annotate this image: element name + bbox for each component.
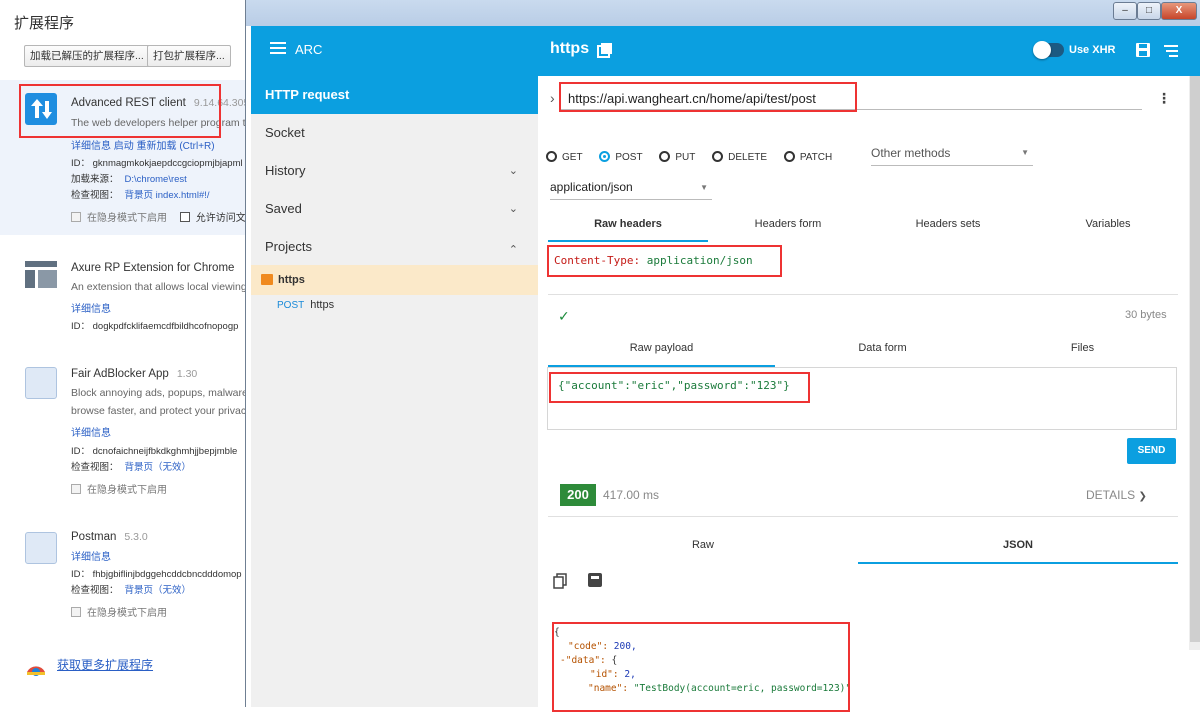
maximize-button[interactable]: □ xyxy=(1137,2,1161,20)
get-more-extensions-link[interactable]: 获取更多扩展程序 xyxy=(57,656,153,673)
pack-extension-button[interactable]: 打包扩展程序... xyxy=(147,45,231,67)
save-icon[interactable] xyxy=(1135,42,1151,61)
send-button[interactable]: SEND xyxy=(1127,438,1176,464)
highlight-box xyxy=(549,372,810,403)
format-check-icon[interactable]: ✓ xyxy=(558,308,570,325)
arc-window: – □ X ARC https Use XHR HTTP request Soc… xyxy=(245,0,1200,712)
sidebar-item-projects[interactable]: Projects ⌃ xyxy=(251,228,538,266)
minimize-button[interactable]: – xyxy=(1113,2,1137,20)
sidebar-item-socket[interactable]: Socket xyxy=(251,114,538,152)
chevron-up-icon: ⌃ xyxy=(508,244,518,256)
tab-variables[interactable]: Variables xyxy=(1028,218,1188,230)
method-get[interactable]: GET xyxy=(546,151,583,163)
extensions-title: 扩展程序 xyxy=(14,15,75,32)
webstore-icon xyxy=(25,654,47,679)
method-post[interactable]: POST xyxy=(599,151,643,163)
file-access-checkbox[interactable] xyxy=(179,212,190,222)
extension-name: Axure RP Extension for Chrome xyxy=(71,262,235,274)
highlight-box xyxy=(559,82,857,112)
extension-links[interactable]: 详细信息 xyxy=(71,300,111,315)
dropdown-arrow-icon: ▼ xyxy=(1021,148,1029,157)
method-delete[interactable]: DELETE xyxy=(712,151,767,163)
extension-links[interactable]: 详细信息 xyxy=(71,548,111,563)
extension-desc: Block annoying ads, popups, malware xyxy=(71,387,248,399)
load-unpacked-button[interactable]: 加载已解压的扩展程序... xyxy=(24,45,150,67)
extension-id: ID： dogkpdfcklifaemcdfbildhcofnopogp xyxy=(71,321,239,332)
extension-inspect-views: 检查视图： 背景页（无效） xyxy=(71,585,192,596)
incognito-checkbox[interactable]: 在隐身模式下启用 允许访问文件 xyxy=(71,209,250,224)
extension-id: ID： gknmagmkokjaepdccgciopmjbjapml xyxy=(71,158,243,169)
project-request-item[interactable]: POST https xyxy=(277,299,334,311)
extension-item-adblocker: Fair AdBlocker App 1.30 Block annoying ad… xyxy=(0,360,250,500)
sort-icon[interactable] xyxy=(1164,45,1178,60)
tab-response-raw[interactable]: Raw xyxy=(548,539,858,551)
extension-links[interactable]: 详细信息 xyxy=(71,424,111,439)
chevron-down-icon: ⌄ xyxy=(508,165,518,177)
sidebar-item-saved[interactable]: Saved ⌄ xyxy=(251,190,538,228)
details-toggle[interactable]: DETAILS ❯ xyxy=(1086,488,1147,502)
project-icon[interactable] xyxy=(597,42,613,61)
status-badge: 200 xyxy=(560,484,596,506)
tab-files[interactable]: Files xyxy=(990,342,1175,354)
sidebar-item-http-request[interactable]: HTTP request xyxy=(251,76,538,114)
extension-name: Postman 5.3.0 xyxy=(71,531,148,543)
scrollbar-thumb[interactable] xyxy=(1190,76,1200,642)
extension-item-axure: Axure RP Extension for Chrome An extensi… xyxy=(0,252,250,342)
incognito-checkbox[interactable]: 在隐身模式下启用 xyxy=(71,481,167,496)
use-xhr-toggle[interactable] xyxy=(1033,41,1064,59)
sidebar: HTTP request Socket History ⌄ Saved ⌄ Proj… xyxy=(251,76,538,707)
request-panel: › https://api.wangheart.cn/home/api/test… xyxy=(538,76,1200,712)
close-button[interactable]: X xyxy=(1161,2,1197,20)
content-type-dropdown[interactable]: application/json ▼ xyxy=(550,180,712,200)
method-put[interactable]: PUT xyxy=(659,151,695,163)
tab-headers-form[interactable]: Headers form xyxy=(708,218,868,230)
extension-desc-2: browse faster, and protect your privacy xyxy=(71,405,250,417)
method-radio-group: GET POST PUT DELETE PATCH xyxy=(546,151,832,163)
use-xhr-label: Use XHR xyxy=(1069,44,1116,56)
response-time: 417.00 ms xyxy=(603,488,660,502)
request-title: https xyxy=(550,40,590,57)
project-item[interactable]: https xyxy=(251,265,538,295)
dropdown-arrow-icon: ▼ xyxy=(700,183,708,192)
chevron-down-icon: ⌄ xyxy=(508,203,518,215)
app-toolbar: ARC https Use XHR xyxy=(251,26,1200,76)
method-patch[interactable]: PATCH xyxy=(783,151,832,163)
chevron-right-icon[interactable]: › xyxy=(550,90,555,106)
extensions-page: 扩展程序 加载已解压的扩展程序... 打包扩展程序... Advanced RE… xyxy=(0,0,250,707)
extension-links[interactable]: 详细信息 启动 重新加载 (Ctrl+R) xyxy=(71,137,215,152)
payload-size: 30 bytes xyxy=(1125,309,1167,321)
highlight-box xyxy=(552,622,850,712)
extension-inspect-views: 检查视图： 背景页（无效） xyxy=(71,462,192,473)
extension-load-source: 加载来源： D:\chrome\rest xyxy=(71,174,187,185)
extension-desc: An extension that allows local viewing xyxy=(71,281,247,293)
extension-item-postman: Postman 5.3.0 详细信息 ID： fhbjgbiflinjbdggeh… xyxy=(0,525,250,625)
other-methods-dropdown[interactable]: Other methods ▼ xyxy=(871,146,1033,166)
app-title: ARC xyxy=(295,42,323,57)
menu-icon[interactable] xyxy=(270,41,286,58)
chevron-down-icon: ❯ xyxy=(1138,491,1147,502)
highlight-box xyxy=(547,245,782,277)
window-titlebar: – □ X xyxy=(246,0,1200,26)
tab-headers-sets[interactable]: Headers sets xyxy=(868,218,1028,230)
project-icon xyxy=(261,274,273,285)
tab-raw-payload[interactable]: Raw payload xyxy=(548,342,775,354)
tab-response-json[interactable]: JSON xyxy=(858,539,1178,551)
tab-raw-headers[interactable]: Raw headers xyxy=(548,218,708,230)
incognito-checkbox[interactable]: 在隐身模式下启用 xyxy=(71,604,167,619)
save-response-icon[interactable] xyxy=(588,573,602,590)
extension-id: ID： fhbjgbiflinjbdggehcddcbncdddomop xyxy=(71,569,242,580)
tab-data-form[interactable]: Data form xyxy=(775,342,990,354)
extension-id: ID： dcnofaichneijfbkdkghmhjjbepjmble xyxy=(71,446,238,457)
extension-name: Fair AdBlocker App 1.30 xyxy=(71,368,198,380)
puzzle-icon xyxy=(25,532,57,564)
more-vert-icon[interactable]: ⋮ xyxy=(1157,90,1171,107)
puzzle-icon xyxy=(25,367,57,399)
axure-icon xyxy=(25,258,57,290)
highlight-box xyxy=(19,84,221,138)
extension-inspect-views: 检查视图： 背景页 index.html#!/ xyxy=(71,190,210,201)
sidebar-item-history[interactable]: History ⌄ xyxy=(251,152,538,190)
copy-icon[interactable] xyxy=(553,573,567,592)
